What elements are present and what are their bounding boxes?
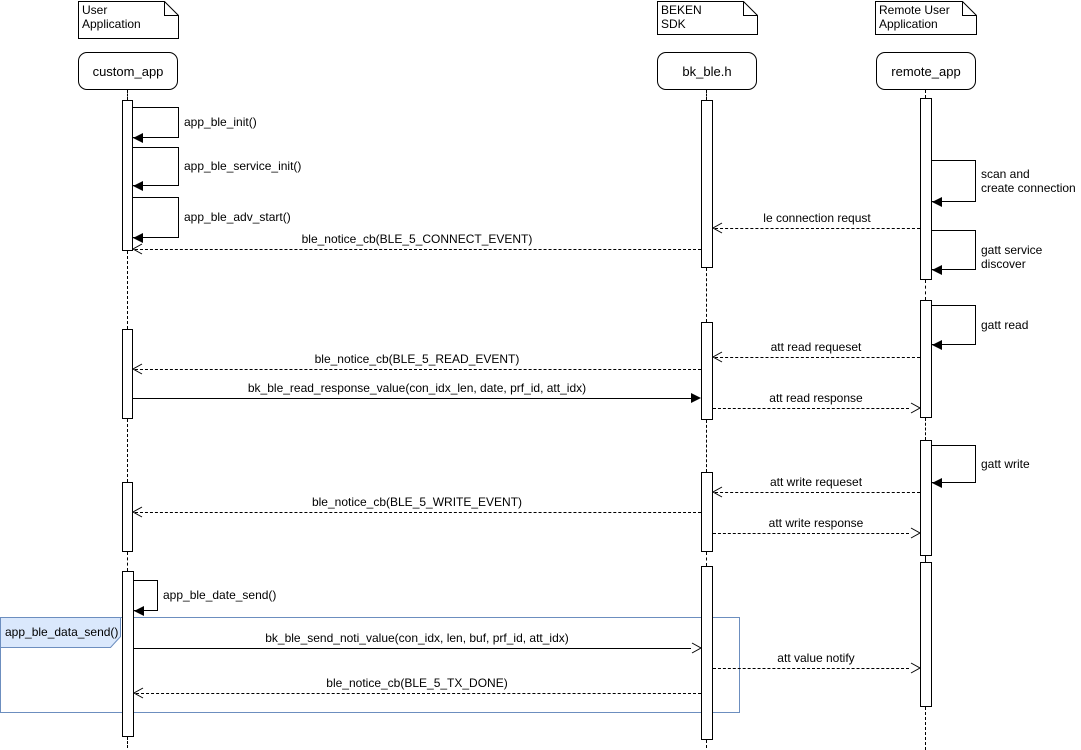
filled-arrowhead-left-icon [931,339,943,351]
message-label: att read response [769,391,862,405]
lifeline-custom-app [127,737,128,748]
activation-bar-remote-app [920,300,932,418]
open-arrowhead-left-icon [132,363,144,375]
activation-bar-custom-app [122,100,133,251]
filled-arrowhead-right-icon [690,392,702,404]
actor-box-label: bk_ble.h [682,64,731,79]
message-line-att-value-notify [713,668,909,669]
open-arrowhead-right-icon [909,662,921,674]
open-arrowhead-left-icon [133,687,145,699]
activation-bar-custom-app [122,571,134,737]
self-message-label: app_ble_date_send() [163,588,276,602]
frame-label: app_ble_data_send() [5,625,118,639]
message-line-att-read-response [713,408,909,409]
actor-box-label: remote_app [891,64,960,79]
filled-arrowhead-left-icon [931,477,943,489]
actor-box-bk-ble-h: bk_ble.h [657,52,757,90]
open-arrowhead-right-icon [909,402,921,414]
lifeline-custom-app [127,251,128,329]
message-label: ble_notice_cb(BLE_5_TX_DONE) [326,676,507,690]
message-line-att-write-response [713,533,909,534]
filled-arrowhead-left-icon [133,605,145,617]
lifeline-remote-app [925,280,926,300]
open-arrowhead-right-icon [690,642,702,654]
message-label: att write requeset [770,475,862,489]
open-arrowhead-left-icon [132,243,144,255]
lifeline-custom-app [127,90,128,100]
activation-bar-bk-ble-h [701,322,713,420]
message-label: ble_notice_cb(BLE_5_WRITE_EVENT) [312,495,522,509]
activation-bar-remote-app [920,562,932,707]
message-line-ble-notice-cb-write [135,512,701,513]
self-message-label: gatt service discover [981,243,1081,271]
filled-arrowhead-left-icon [132,132,144,144]
open-arrowhead-left-icon [132,506,144,518]
sequence-diagram: User Application BEKEN SDK Remote User A… [0,0,1081,750]
activation-bar-bk-ble-h [701,472,713,552]
message-line-ble-notice-cb-tx-done [136,693,701,694]
lifeline-bk-ble-h [706,552,707,566]
lifeline-bk-ble-h [706,90,707,100]
lifeline-remote-app [925,90,926,98]
filled-arrowhead-left-icon [931,196,943,208]
activation-bar-bk-ble-h [701,566,713,740]
filled-arrowhead-left-icon [931,264,943,276]
message-line-ble-notice-cb-connect [135,249,701,250]
lifeline-custom-app [127,419,128,482]
open-arrowhead-left-icon [712,222,724,234]
activation-bar-bk-ble-h [701,100,713,268]
actor-note-beken-sdk: BEKEN SDK [661,3,702,31]
open-arrowhead-left-icon [712,486,724,498]
actor-note-user-application: User Application [82,3,141,31]
actor-box-remote-app: remote_app [876,52,976,90]
lifeline-bk-ble-h [706,740,707,748]
message-line-att-read-requeset [715,357,920,358]
lifeline-remote-app [925,707,926,750]
self-message-label: app_ble_adv_start() [184,210,291,224]
open-arrowhead-right-icon [909,527,921,539]
message-line-le-connection-requst [715,228,920,229]
message-line-bk-ble-read-response-value [133,398,691,399]
message-label: att write response [769,516,864,530]
message-label: bk_ble_send_noti_value(con_idx, len, buf… [265,631,569,645]
message-label: ble_notice_cb(BLE_5_READ_EVENT) [315,352,520,366]
actor-box-custom-app: custom_app [78,52,178,90]
lifeline-custom-app [127,552,128,571]
lifeline-bk-ble-h [706,268,707,322]
self-message-label: scan and create connection [981,167,1076,195]
self-message-label: gatt write [981,457,1030,471]
open-arrowhead-left-icon [712,351,724,363]
message-label: le connection requst [763,211,870,225]
message-line-ble-notice-cb-read [135,369,701,370]
activation-bar-remote-app [920,440,932,556]
lifeline-remote-app [925,418,926,440]
actor-box-label: custom_app [93,64,164,79]
lifeline-bk-ble-h [706,420,707,472]
self-message-label: gatt read [981,318,1028,332]
self-message-label: app_ble_service_init() [184,159,301,173]
activation-bar-remote-app [920,98,932,280]
message-line-att-write-requeset [715,492,920,493]
self-message-label: app_ble_init() [184,115,257,129]
message-label: att value notify [777,651,854,665]
message-label: bk_ble_read_response_value(con_idx_len, … [248,381,586,395]
message-label: ble_notice_cb(BLE_5_CONNECT_EVENT) [302,232,533,246]
actor-note-remote-user-application: Remote User Application [879,3,950,31]
filled-arrowhead-left-icon [132,180,144,192]
message-line-bk-ble-send-noti-value [134,648,691,649]
message-label: att read requeset [771,340,862,354]
